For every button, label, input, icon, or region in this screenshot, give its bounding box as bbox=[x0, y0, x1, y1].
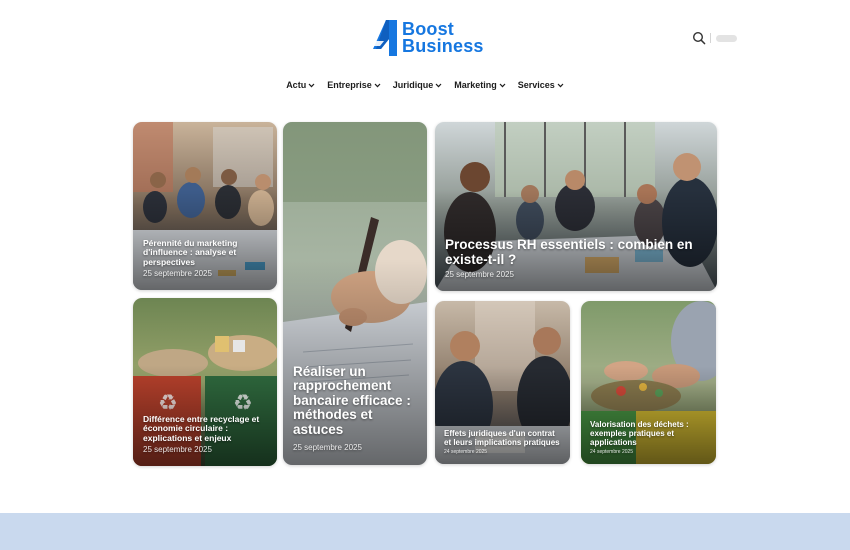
chevron-down-icon bbox=[435, 83, 442, 87]
nav-item-juridique[interactable]: Juridique bbox=[393, 80, 443, 90]
article-date: 24 septembre 2025 bbox=[444, 449, 488, 455]
chevron-down-icon bbox=[499, 83, 506, 87]
article-caption: Effets juridiques d'un contrat et leurs … bbox=[444, 429, 562, 455]
article-caption: Valorisation des déchets : exemples prat… bbox=[590, 420, 708, 455]
theme-toggle[interactable] bbox=[716, 34, 737, 42]
nav-item-entreprise[interactable]: Entreprise bbox=[327, 80, 381, 90]
article-card[interactable]: Processus RH essentiels : combien en exi… bbox=[435, 122, 717, 291]
header-tools bbox=[692, 31, 737, 45]
article-card[interactable]: Effets juridiques d'un contrat et leurs … bbox=[435, 301, 570, 464]
logo-mark-icon bbox=[373, 20, 397, 56]
nav-item-label: Entreprise bbox=[327, 80, 372, 90]
site-header: Boost Business Actu Entreprise Juridique… bbox=[0, 0, 850, 110]
nav-item-label: Marketing bbox=[454, 80, 497, 90]
article-date: 24 septembre 2025 bbox=[590, 449, 634, 455]
next-section-band bbox=[0, 513, 850, 550]
article-caption: Pérennité du marketing d'influence : ana… bbox=[143, 238, 267, 278]
article-date: 25 septembre 2025 bbox=[143, 445, 212, 454]
article-title[interactable]: Effets juridiques d'un contrat et leurs … bbox=[444, 429, 562, 447]
brand-line-2: Business bbox=[402, 36, 484, 56]
chevron-down-icon bbox=[374, 83, 381, 87]
brand-logo[interactable]: Boost Business bbox=[372, 18, 484, 58]
nav-item-marketing[interactable]: Marketing bbox=[454, 80, 506, 90]
article-title[interactable]: Pérennité du marketing d'influence : ana… bbox=[143, 238, 267, 268]
nav-item-actu[interactable]: Actu bbox=[286, 80, 315, 90]
article-card[interactable]: ♻ ♻ Différence entre recyclage et économ… bbox=[133, 298, 277, 466]
article-date: 25 septembre 2025 bbox=[445, 270, 514, 279]
article-title[interactable]: Processus RH essentiels : combien en exi… bbox=[445, 237, 707, 267]
article-card[interactable]: Valorisation des déchets : exemples prat… bbox=[581, 301, 716, 464]
nav-item-services[interactable]: Services bbox=[518, 80, 564, 90]
chevron-down-icon bbox=[557, 83, 564, 87]
article-date: 25 septembre 2025 bbox=[143, 269, 212, 278]
article-caption: Réaliser un rapprochement bancaire effic… bbox=[293, 364, 417, 452]
nav-item-label: Juridique bbox=[392, 80, 434, 90]
article-caption: Différence entre recyclage et économie c… bbox=[143, 414, 267, 454]
article-title[interactable]: Valorisation des déchets : exemples prat… bbox=[590, 420, 708, 447]
article-date: 25 septembre 2025 bbox=[293, 443, 362, 452]
brand-wordmark: Boost Business bbox=[402, 20, 484, 56]
tools-divider bbox=[710, 33, 711, 43]
article-title[interactable]: Réaliser un rapprochement bancaire effic… bbox=[293, 364, 417, 438]
article-card[interactable]: Réaliser un rapprochement bancaire effic… bbox=[283, 122, 427, 465]
search-icon[interactable] bbox=[692, 31, 706, 45]
nav-item-label: Actu bbox=[286, 80, 307, 90]
article-caption: Processus RH essentiels : combien en exi… bbox=[445, 237, 707, 279]
main-nav: Actu Entreprise Juridique Marketing Serv… bbox=[0, 80, 850, 90]
article-card[interactable]: Pérennité du marketing d'influence : ana… bbox=[133, 122, 277, 290]
article-title[interactable]: Différence entre recyclage et économie c… bbox=[143, 414, 267, 444]
chevron-down-icon bbox=[308, 83, 315, 87]
nav-item-label: Services bbox=[517, 80, 555, 90]
